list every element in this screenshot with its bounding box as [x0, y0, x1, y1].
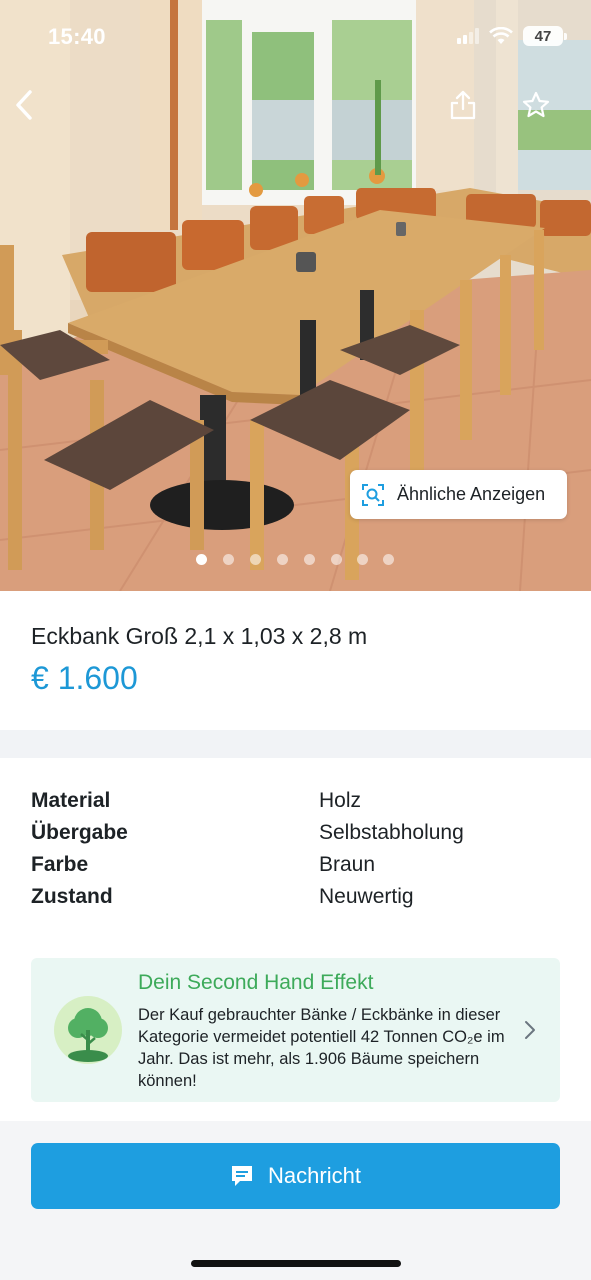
- attribute-key: Zustand: [31, 885, 113, 908]
- battery-icon: 47: [523, 26, 567, 46]
- chevron-right-icon: [525, 1021, 535, 1039]
- eco-title: Dein Second Hand Effekt: [138, 971, 374, 994]
- chat-bubble-icon: [232, 1166, 253, 1186]
- attribute-row: Farbe Braun: [31, 853, 571, 885]
- attribute-row: Zustand Neuwertig: [31, 885, 571, 917]
- attribute-value: Holz: [319, 789, 362, 812]
- pager-dot-active[interactable]: [196, 554, 207, 565]
- attribute-key: Übergabe: [31, 821, 128, 844]
- battery-level: 47: [534, 27, 552, 45]
- back-button[interactable]: [2, 83, 46, 127]
- second-hand-effect-card[interactable]: Dein Second Hand Effekt Der Kauf gebrauc…: [31, 958, 560, 1102]
- attributes-list: Material Holz Übergabe Selbstabholung Fa…: [31, 789, 571, 917]
- eco-description: Der Kauf gebrauchter Bänke / Eckbänke in…: [138, 1006, 505, 1090]
- pager-dot[interactable]: [357, 554, 368, 565]
- message-button-label: Nachricht: [268, 1163, 361, 1188]
- attribute-key: Farbe: [31, 853, 89, 876]
- similar-ads-button[interactable]: Ähnliche Anzeigen: [350, 470, 567, 519]
- back-chevron-icon: [16, 90, 32, 120]
- favorite-button[interactable]: [514, 83, 558, 127]
- section-divider: [0, 730, 591, 758]
- pager-dot[interactable]: [250, 554, 261, 565]
- pager-dot[interactable]: [383, 554, 394, 565]
- pager-dot[interactable]: [277, 554, 288, 565]
- wifi-icon: [489, 27, 513, 44]
- attribute-value: Braun: [319, 853, 376, 876]
- attribute-key: Material: [31, 789, 111, 812]
- share-icon: [450, 90, 476, 120]
- pager-dot[interactable]: [304, 554, 315, 565]
- home-indicator: [191, 1260, 401, 1267]
- attribute-value: Neuwertig: [319, 885, 414, 908]
- pager-dot[interactable]: [331, 554, 342, 565]
- status-time: 15:40: [48, 24, 106, 49]
- listing-title: Eckbank Groß 2,1 x 1,03 x 2,8 m: [31, 623, 368, 649]
- attribute-row: Material Holz: [31, 789, 571, 821]
- visual-search-icon: [362, 483, 384, 506]
- gallery-pager[interactable]: [0, 552, 591, 568]
- star-icon: [522, 91, 550, 118]
- status-icons: 47: [457, 26, 567, 46]
- listing-price: € 1.600: [31, 660, 138, 696]
- signal-icon: [457, 28, 479, 44]
- attribute-row: Übergabe Selbstabholung: [31, 821, 571, 853]
- similar-ads-label: Ähnliche Anzeigen: [397, 484, 546, 504]
- attribute-value: Selbstabholung: [319, 821, 464, 844]
- tree-icon: [54, 996, 122, 1064]
- pager-dot[interactable]: [223, 554, 234, 565]
- status-bar: 15:40 47: [0, 0, 591, 76]
- message-button[interactable]: Nachricht: [31, 1143, 560, 1209]
- listing-photo-gallery[interactable]: 15:40 47 Ähnliche Anzeigen: [0, 0, 591, 591]
- share-button[interactable]: [441, 83, 485, 127]
